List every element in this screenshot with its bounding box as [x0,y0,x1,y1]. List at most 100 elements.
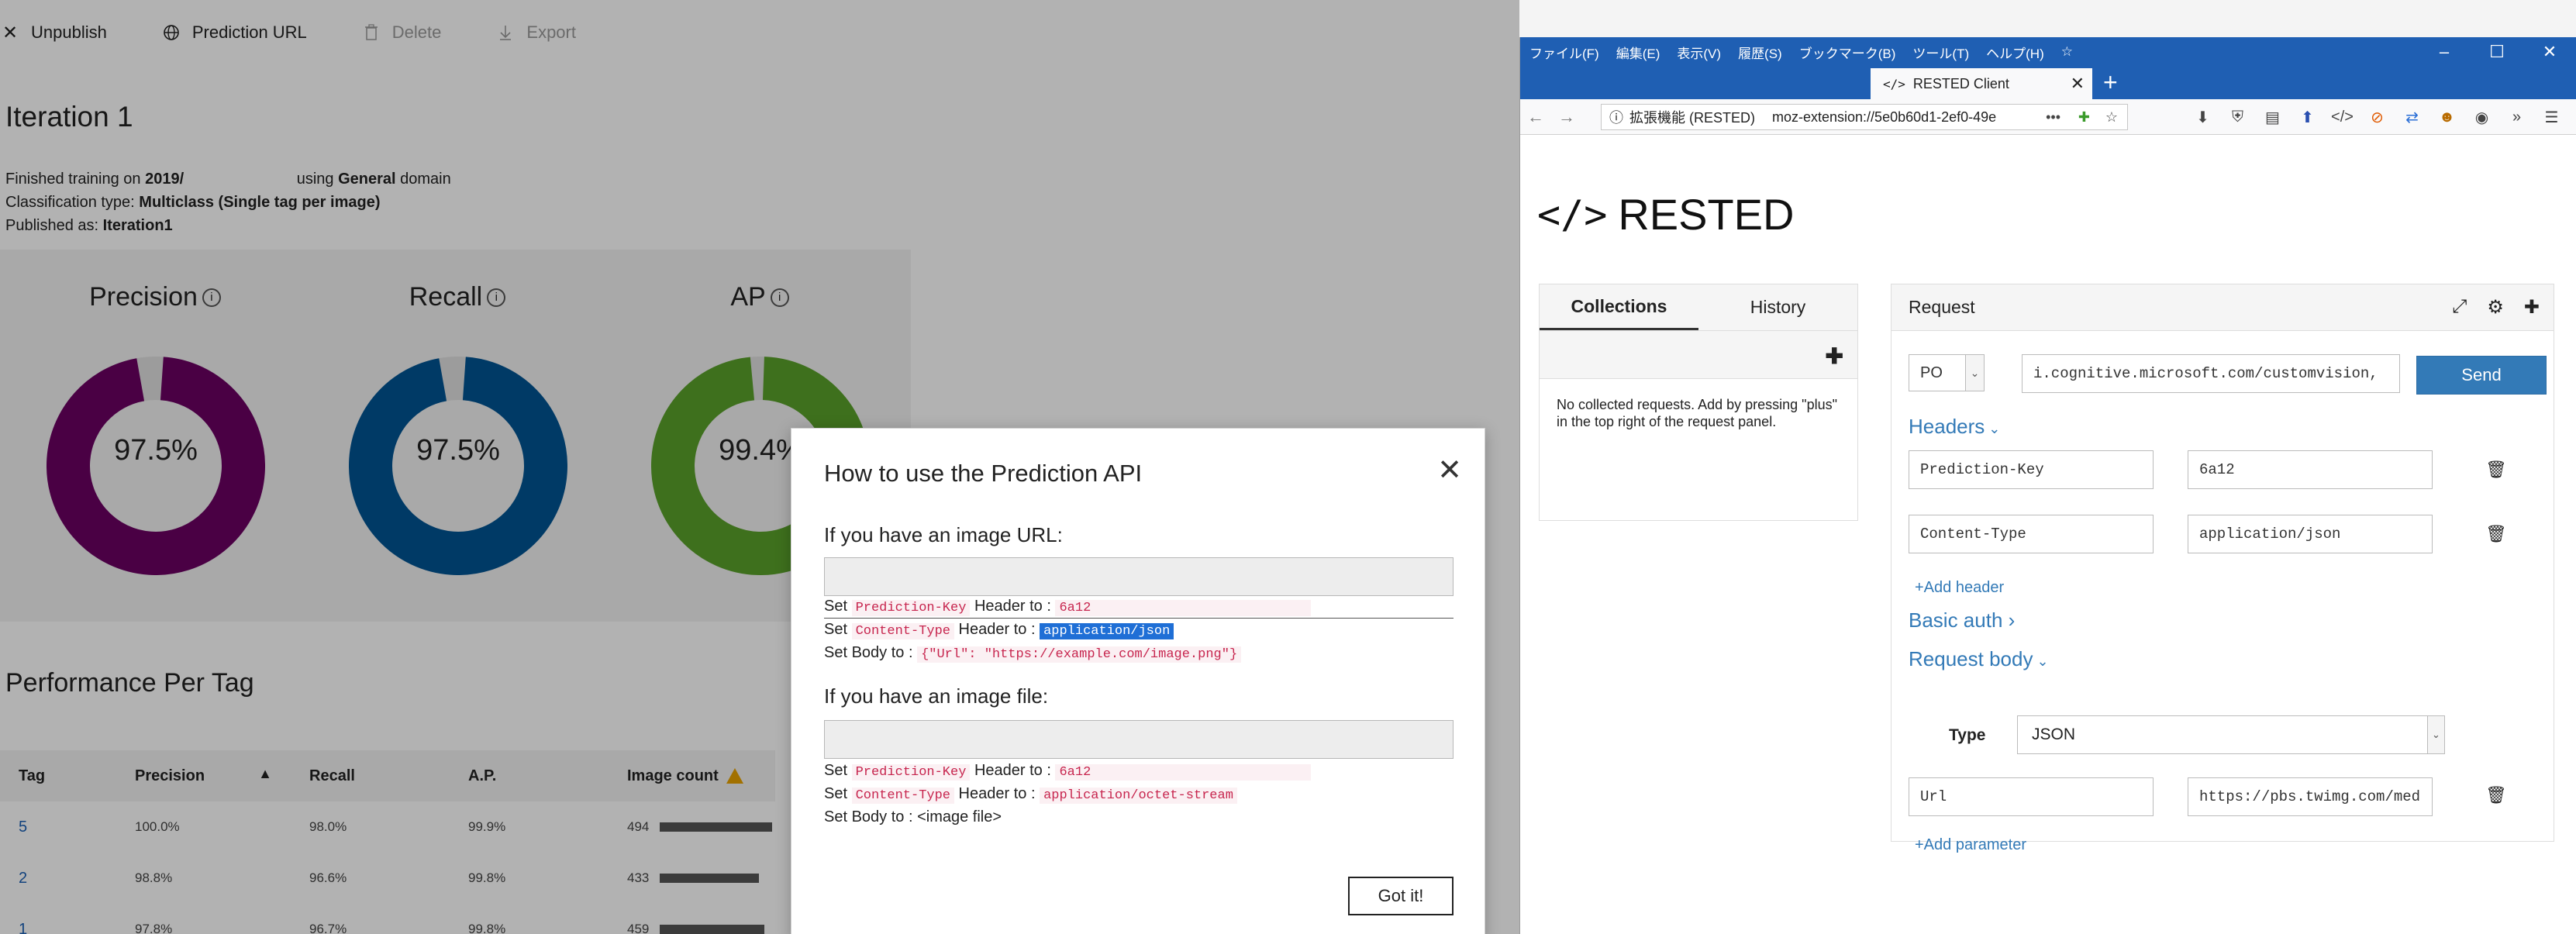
tab-history[interactable]: History [1698,284,1857,330]
tag-link[interactable]: 5 [0,819,116,836]
file-endpoint-field[interactable] [824,720,1454,759]
toolbar: ✕ Unpublish Prediction URL Delete Export [0,16,630,50]
col-image-count[interactable]: Image count [609,767,775,785]
close-icon[interactable]: ✕ [1436,454,1463,487]
header-value-input[interactable]: 6a12 [2188,450,2433,489]
got-it-button[interactable]: Got it! [1348,877,1454,915]
url-bar[interactable]: ⓘ 拡張機能 (RESTED) moz-extension://5e0b60d1… [1601,104,2128,130]
menu-bookmarks[interactable]: ブックマーク(B) [1799,43,1896,62]
menu-history[interactable]: 履歴(S) [1738,43,1782,62]
add-icon[interactable]: ✚ [2524,296,2540,319]
add-collection-icon[interactable]: ✚ [1826,343,1843,369]
param-value-input[interactable]: https://pbs.twimg.com/med [2188,777,2433,816]
col-precision[interactable]: Precision ▲ [116,766,291,785]
trash-icon[interactable]: 🗑 [2485,460,2507,480]
add-header-link[interactable]: +Add header [1915,579,2004,597]
overflow-icon[interactable]: » [2499,109,2534,126]
close-tab-icon[interactable]: ✕ [2071,74,2085,94]
chevron-down-icon: ⌄ [1965,355,1984,391]
header-name-input[interactable]: Content-Type [1909,515,2154,553]
basic-auth-toggle[interactable]: Basic auth › [1909,608,2015,632]
prediction-api-dialog: How to use the Prediction API ✕ If you h… [791,428,1485,934]
page-actions-icon[interactable]: ••• [2046,109,2060,126]
col-recall[interactable]: Recall [291,767,450,785]
shield-icon[interactable]: ⛨ [2220,109,2255,126]
file-section-heading: If you have an image file: [824,684,1049,708]
type-label: Type [1949,726,1986,744]
back-icon[interactable]: ← [1520,107,1551,127]
download-icon[interactable]: ⬇ [2185,108,2220,127]
prediction-url-button[interactable]: Prediction URL [161,22,307,43]
dialog-title: How to use the Prediction API [824,460,1143,487]
tag-link[interactable]: 2 [0,870,116,887]
nav-bar: ← → ⓘ 拡張機能 (RESTED) moz-extension://5e0b… [1520,99,2576,135]
iteration-title: Iteration 1 [5,101,133,133]
close-window-icon[interactable]: ✕ [2523,37,2576,67]
tab-rested-client[interactable]: </> RESTED Client ✕ [1871,68,2092,99]
code-icon: </> [1883,76,1905,91]
minimize-icon[interactable]: – [2418,37,2471,67]
menu-edit[interactable]: 編集(E) [1616,43,1660,62]
warning-icon [726,768,743,784]
menu-view[interactable]: 表示(V) [1677,43,1721,62]
code-icon[interactable]: </> [2325,109,2360,126]
export-button[interactable]: Export [495,22,576,43]
maximize-icon[interactable]: ☐ [2471,37,2523,67]
forward-icon[interactable]: → [1551,107,1582,127]
url-input[interactable]: i.cognitive.microsoft.com/customvision, [2022,354,2400,393]
collections-panel: Collections History ✚ No collected reque… [1539,284,1858,521]
window-controls: – ☐ ✕ [2418,37,2576,67]
recall-metric: Recall i [341,282,574,312]
reader-icon[interactable]: ▤ [2255,108,2290,127]
info-icon[interactable]: i [770,288,789,307]
info-icon[interactable]: i [202,288,221,307]
upload-icon[interactable]: ⬆ [2290,108,2325,127]
new-tab-icon[interactable]: + [2103,68,2118,97]
header-value-input[interactable]: application/json [2188,515,2433,553]
info-icon[interactable]: ⓘ [1609,107,1623,127]
add-parameter-link[interactable]: +Add parameter [1915,836,2026,854]
menu-icon[interactable]: ☰ [2534,108,2569,127]
tab-collections[interactable]: Collections [1540,284,1698,330]
menu-help[interactable]: ヘルプ(H) [1986,43,2044,62]
table-row: 1 97.8% 96.7% 99.8% 459 [0,904,775,934]
url-body-line: Set Body to : {"Url": "https://example.c… [824,644,1242,663]
col-ap[interactable]: A.P. [450,767,609,785]
trash-icon[interactable]: 🗑 [2485,785,2507,805]
performance-title: Performance Per Tag [5,668,254,698]
method-select[interactable]: PO ⌄ [1909,354,1985,391]
account-icon[interactable]: ◉ [2464,108,2499,127]
trash-icon[interactable]: 🗑 [2485,524,2507,544]
delete-button[interactable]: Delete [361,22,441,43]
extension-icon[interactable]: ✚ [2078,109,2090,126]
tag-link[interactable]: 1 [0,921,116,934]
published-line: Published as: Iteration1 [5,217,173,234]
block-icon[interactable]: ⊘ [2360,108,2395,127]
col-tag[interactable]: Tag [0,767,116,785]
request-title: Request [1909,297,1975,317]
expand-icon[interactable]: ⤢ [2452,296,2467,319]
url-section-heading: If you have an image URL: [824,523,1063,546]
bookmark-star-icon[interactable]: ☆ [2061,44,2073,60]
translate-icon[interactable]: ⇄ [2395,108,2429,127]
request-body-toggle[interactable]: Request body ⌄ [1909,647,2049,671]
send-button[interactable]: Send [2416,356,2547,395]
monkey-icon[interactable]: ☻ [2429,109,2464,126]
bookmark-icon[interactable]: ☆ [2105,109,2118,126]
file-prediction-key-line: Set Prediction-Key Header to : 6a12 [824,762,1312,781]
gear-icon[interactable]: ⚙ [2487,296,2504,319]
body-type-select[interactable]: JSON ⌄ [2017,715,2445,754]
headers-toggle[interactable]: Headers ⌄ [1909,415,2000,439]
finished-training-line: Finished training on 2019/ using General… [5,171,451,188]
menu-file[interactable]: ファイル(F) [1529,43,1599,62]
trash-icon [361,22,381,43]
menu-tools[interactable]: ツール(T) [1912,43,1969,62]
header-name-input[interactable]: Prediction-Key [1909,450,2154,489]
table-row: 5 100.0% 98.0% 99.9% 494 [0,801,775,853]
info-icon[interactable]: i [487,288,506,307]
param-name-input[interactable]: Url [1909,777,2154,816]
chevron-down-icon: ⌄ [2033,653,2049,669]
recall-value: 97.5% [416,434,500,467]
unpublish-button[interactable]: ✕ Unpublish [0,22,107,43]
url-endpoint-field[interactable] [824,557,1454,596]
